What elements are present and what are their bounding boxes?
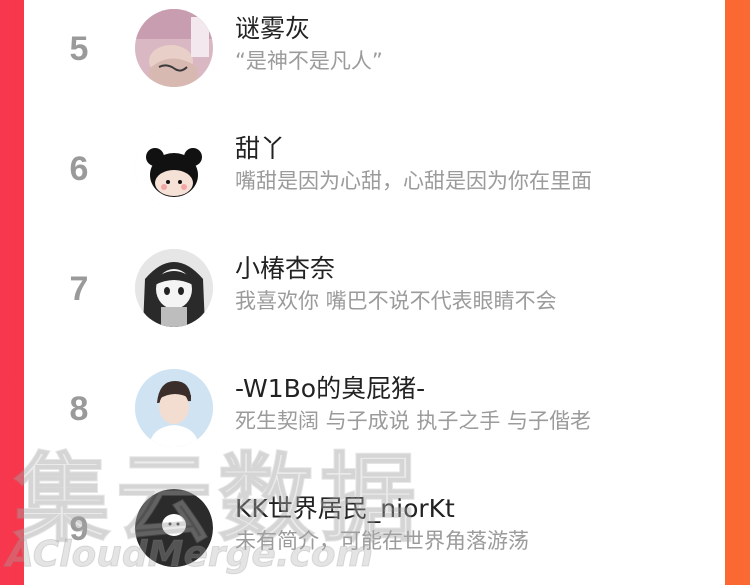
- rank-number: 9: [69, 510, 89, 548]
- user-name[interactable]: 小椿杏奈: [235, 254, 335, 284]
- avatar[interactable]: [135, 9, 213, 87]
- avatar[interactable]: [135, 129, 213, 207]
- rank-number: 6: [69, 150, 89, 188]
- default-avatar-icon[interactable]: [135, 489, 213, 567]
- user-name[interactable]: -W1Bo的臭屁猪-: [235, 374, 425, 404]
- avatar[interactable]: [135, 249, 213, 327]
- user-name[interactable]: 甜丫: [235, 134, 285, 164]
- list-item[interactable]: 5 谜雾灰 “是神不是凡人”: [24, 0, 725, 107]
- list-item[interactable]: 6 甜丫 嘴甜是因为心甜，心甜是因为你在里面: [24, 107, 725, 227]
- list-item[interactable]: 9 KK世界居民_niorKt 未有简介，可能在世界角落游荡: [24, 467, 725, 585]
- user-name[interactable]: 谜雾灰: [235, 14, 310, 44]
- rank-number: 7: [69, 270, 89, 308]
- rank-number: 8: [69, 390, 89, 428]
- user-signature: 未有简介，可能在世界角落游荡: [235, 529, 529, 553]
- rank-number: 5: [69, 30, 89, 68]
- user-signature: 死生契阔 与子成说 执子之手 与子偕老: [235, 409, 592, 433]
- user-signature: “是神不是凡人”: [235, 49, 383, 73]
- list-item[interactable]: 7 小椿杏奈 我喜欢你 嘴巴不说不代表眼睛不会: [24, 227, 725, 347]
- avatar[interactable]: [135, 369, 213, 447]
- list-item[interactable]: 8 -W1Bo的臭屁猪- 死生契阔 与子成说 执子之手 与子偕老: [24, 347, 725, 467]
- user-signature: 我喜欢你 嘴巴不说不代表眼睛不会: [235, 289, 557, 313]
- ranking-list: 5 谜雾灰 “是神不是凡人” 6 甜丫 嘴甜是因为心甜，心甜是因为你在里面 7 …: [24, 0, 725, 585]
- user-name[interactable]: KK世界居民_niorKt: [235, 494, 455, 524]
- user-signature: 嘴甜是因为心甜，心甜是因为你在里面: [235, 169, 592, 193]
